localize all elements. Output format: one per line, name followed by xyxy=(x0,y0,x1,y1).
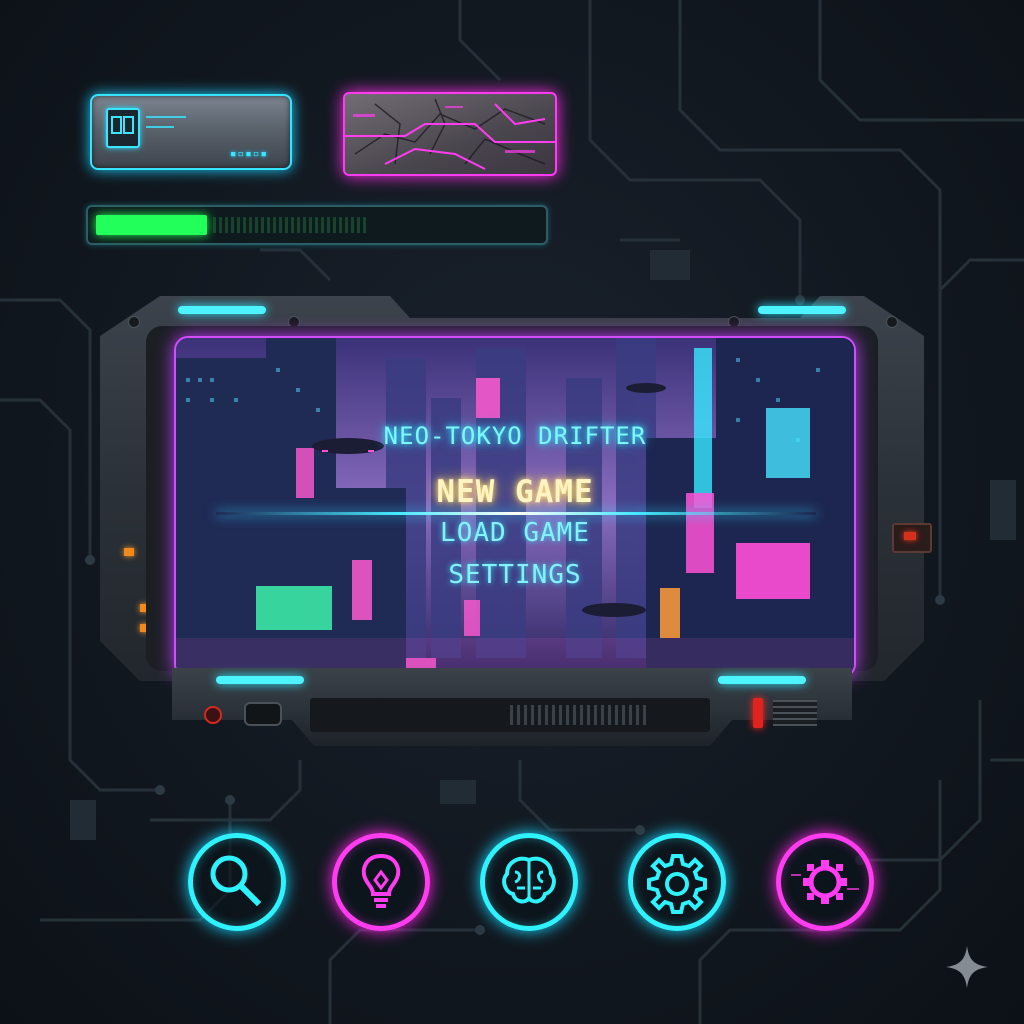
console-light-bar xyxy=(216,676,304,684)
id-card-icon xyxy=(106,108,140,148)
player-id-card[interactable]: ▪▫▪▫▪ xyxy=(90,94,292,170)
game-title: NEO-TOKYO DRIFTER xyxy=(383,422,647,450)
frame-screw xyxy=(128,316,140,328)
id-card-code: ▪▫▪▫▪ xyxy=(229,147,268,160)
settings-button[interactable] xyxy=(628,833,726,931)
brain-icon xyxy=(502,856,556,904)
menu-item-settings[interactable]: SETTINGS xyxy=(176,560,854,590)
frame-screw xyxy=(886,316,898,328)
sparkle-icon xyxy=(946,946,988,988)
side-warning-light xyxy=(892,523,932,553)
menu-selection-beam xyxy=(216,512,816,515)
menu-item-new-game[interactable]: NEW GAME xyxy=(176,474,854,510)
search-button[interactable] xyxy=(188,833,286,931)
console-light-bar xyxy=(718,676,806,684)
console-port xyxy=(244,702,282,726)
side-indicator-led xyxy=(124,548,134,556)
glitch-settings-button[interactable] xyxy=(776,833,874,931)
loading-progress-bar xyxy=(86,205,548,245)
gear-icon xyxy=(647,854,707,914)
game-menu-screen: ▪▫▪▫▪ NEO-TOKYO DRIFTER NEW GAME LOAD GA… xyxy=(0,0,1024,1024)
id-card-line xyxy=(146,116,186,118)
glitch-gear-icon xyxy=(791,860,859,904)
power-button[interactable] xyxy=(204,706,222,724)
progress-fill xyxy=(96,215,207,235)
title-screen: NEO-TOKYO DRIFTER NEW GAME LOAD GAME SET… xyxy=(174,336,856,678)
glitch-map-texture xyxy=(345,98,555,170)
frame-light-bar xyxy=(758,306,846,314)
skills-button[interactable] xyxy=(480,833,578,931)
menu-item-load-game[interactable]: LOAD GAME xyxy=(176,518,854,548)
id-card-line xyxy=(146,126,174,128)
search-icon xyxy=(210,855,262,907)
console-vent-grill xyxy=(510,705,650,725)
console-slots xyxy=(773,700,817,726)
progress-noise xyxy=(213,217,368,233)
lightbulb-icon xyxy=(361,853,401,908)
frame-light-bar xyxy=(178,306,266,314)
glitch-map-card[interactable] xyxy=(343,92,557,176)
hint-button[interactable] xyxy=(332,833,430,931)
red-indicator-light xyxy=(753,698,763,728)
